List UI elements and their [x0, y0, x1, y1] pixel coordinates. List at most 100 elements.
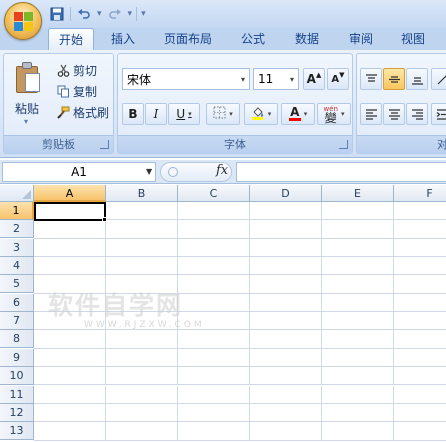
- cell-d5[interactable]: [250, 275, 322, 294]
- worksheet-grid[interactable]: ABCDEF 1 2 3 4 5 6 7 8 9 10 11 12 13: [0, 185, 446, 442]
- cell-c7[interactable]: [178, 312, 250, 331]
- cell-d3[interactable]: [250, 238, 322, 258]
- align-bottom-button[interactable]: [406, 68, 428, 90]
- tab-view[interactable]: 视图: [390, 28, 436, 50]
- cell-f12[interactable]: [394, 404, 446, 423]
- save-icon[interactable]: [48, 5, 66, 23]
- cell-b4[interactable]: [106, 257, 178, 276]
- format-painter-button[interactable]: 格式刷: [56, 103, 109, 121]
- cell-a3[interactable]: [34, 238, 106, 258]
- cell-b5[interactable]: [106, 275, 178, 294]
- cell-d1[interactable]: [250, 202, 322, 221]
- cell-a7[interactable]: [34, 312, 106, 331]
- align-middle-button[interactable]: [383, 68, 405, 90]
- cell-f7[interactable]: [394, 312, 446, 331]
- cell-d2[interactable]: [250, 220, 322, 239]
- cell-d6[interactable]: [250, 293, 322, 313]
- row-header-10[interactable]: 10: [0, 367, 34, 386]
- cell-b13[interactable]: [106, 422, 178, 441]
- name-box[interactable]: A1: [2, 162, 156, 182]
- cell-f2[interactable]: [394, 220, 446, 239]
- cell-c6[interactable]: [178, 293, 250, 313]
- cell-a2[interactable]: [34, 220, 106, 239]
- paste-dropdown-icon[interactable]: ▾: [24, 117, 28, 126]
- fill-color-button[interactable]: ▾: [244, 103, 278, 125]
- cell-a13[interactable]: [34, 422, 106, 441]
- active-cell-a1[interactable]: [34, 202, 106, 221]
- insert-function-button[interactable]: fx: [216, 163, 228, 178]
- tab-data[interactable]: 数据: [284, 28, 330, 50]
- cell-e7[interactable]: [322, 312, 394, 331]
- cell-f8[interactable]: [394, 330, 446, 349]
- column-header-e[interactable]: E: [322, 185, 394, 202]
- tab-home[interactable]: 开始: [48, 28, 94, 50]
- font-size-select[interactable]: 11 ▾: [253, 68, 299, 90]
- cell-a11[interactable]: [34, 385, 106, 404]
- tab-insert[interactable]: 插入: [100, 28, 146, 50]
- align-right-button[interactable]: [406, 103, 428, 125]
- cell-d13[interactable]: [250, 422, 322, 441]
- cell-e9[interactable]: [322, 348, 394, 368]
- cell-e1[interactable]: [322, 202, 394, 221]
- redo-dropdown-icon[interactable]: ▾: [128, 9, 133, 19]
- indent-button[interactable]: [431, 103, 446, 125]
- column-header-a[interactable]: A: [34, 185, 106, 202]
- row-header-2[interactable]: 2: [0, 220, 34, 239]
- cell-a10[interactable]: [34, 367, 106, 386]
- column-header-f[interactable]: F: [394, 185, 446, 202]
- cell-b2[interactable]: [106, 220, 178, 239]
- cell-f11[interactable]: [394, 386, 446, 404]
- font-dialog-launcher-icon[interactable]: [339, 140, 348, 149]
- row-header-6[interactable]: 6: [0, 293, 34, 312]
- cell-b7[interactable]: [106, 312, 178, 331]
- column-header-b[interactable]: B: [106, 185, 178, 202]
- row-header-13[interactable]: 13: [0, 422, 34, 441]
- cell-f3[interactable]: [394, 239, 446, 258]
- tab-review[interactable]: 审阅: [338, 28, 384, 50]
- cell-e10[interactable]: [322, 367, 394, 386]
- cell-c1[interactable]: [178, 202, 250, 221]
- underline-button[interactable]: U ▾: [168, 103, 200, 125]
- phonetic-guide-button[interactable]: wén 變 ▾: [317, 103, 351, 125]
- cell-c3[interactable]: [178, 238, 250, 258]
- cell-a9[interactable]: [34, 348, 106, 368]
- redo-icon[interactable]: [106, 5, 124, 23]
- cell-e13[interactable]: [322, 422, 394, 441]
- fill-handle[interactable]: [102, 217, 107, 222]
- customize-toolbar-icon[interactable]: ▾: [141, 9, 146, 19]
- cell-f4[interactable]: [394, 257, 446, 276]
- row-header-4[interactable]: 4: [0, 257, 34, 276]
- cell-b9[interactable]: [106, 348, 178, 368]
- cell-f13[interactable]: [394, 422, 446, 441]
- cell-b8[interactable]: [106, 330, 178, 349]
- cell-e8[interactable]: [322, 330, 394, 349]
- row-header-7[interactable]: 7: [0, 312, 34, 331]
- cell-d8[interactable]: [250, 330, 322, 349]
- cell-a4[interactable]: [34, 257, 106, 276]
- align-left-button[interactable]: [360, 103, 382, 125]
- cell-c12[interactable]: [178, 403, 250, 423]
- cell-f1[interactable]: [394, 202, 446, 221]
- paste-button[interactable]: 粘贴: [15, 100, 39, 117]
- italic-button[interactable]: I: [145, 103, 167, 125]
- tab-page-layout[interactable]: 页面布局: [156, 28, 220, 50]
- office-button[interactable]: [4, 2, 42, 40]
- align-center-button[interactable]: [383, 103, 405, 125]
- cell-c8[interactable]: [178, 330, 250, 349]
- cell-a12[interactable]: [34, 403, 106, 423]
- row-header-1[interactable]: 1: [0, 202, 34, 220]
- cell-f10[interactable]: [394, 367, 446, 386]
- name-box-dropdown-icon[interactable]: ▼: [146, 167, 152, 176]
- row-header-12[interactable]: 12: [0, 403, 34, 422]
- cell-c13[interactable]: [178, 422, 250, 441]
- cell-b3[interactable]: [106, 238, 178, 258]
- formula-input[interactable]: [236, 162, 446, 182]
- cell-d12[interactable]: [250, 403, 322, 423]
- font-name-select[interactable]: 宋体 ▾: [122, 68, 250, 90]
- cell-d10[interactable]: [250, 367, 322, 386]
- cell-e4[interactable]: [322, 257, 394, 276]
- cell-d7[interactable]: [250, 312, 322, 331]
- cell-d4[interactable]: [250, 257, 322, 276]
- cell-c2[interactable]: [178, 220, 250, 239]
- cell-a8[interactable]: [34, 330, 106, 349]
